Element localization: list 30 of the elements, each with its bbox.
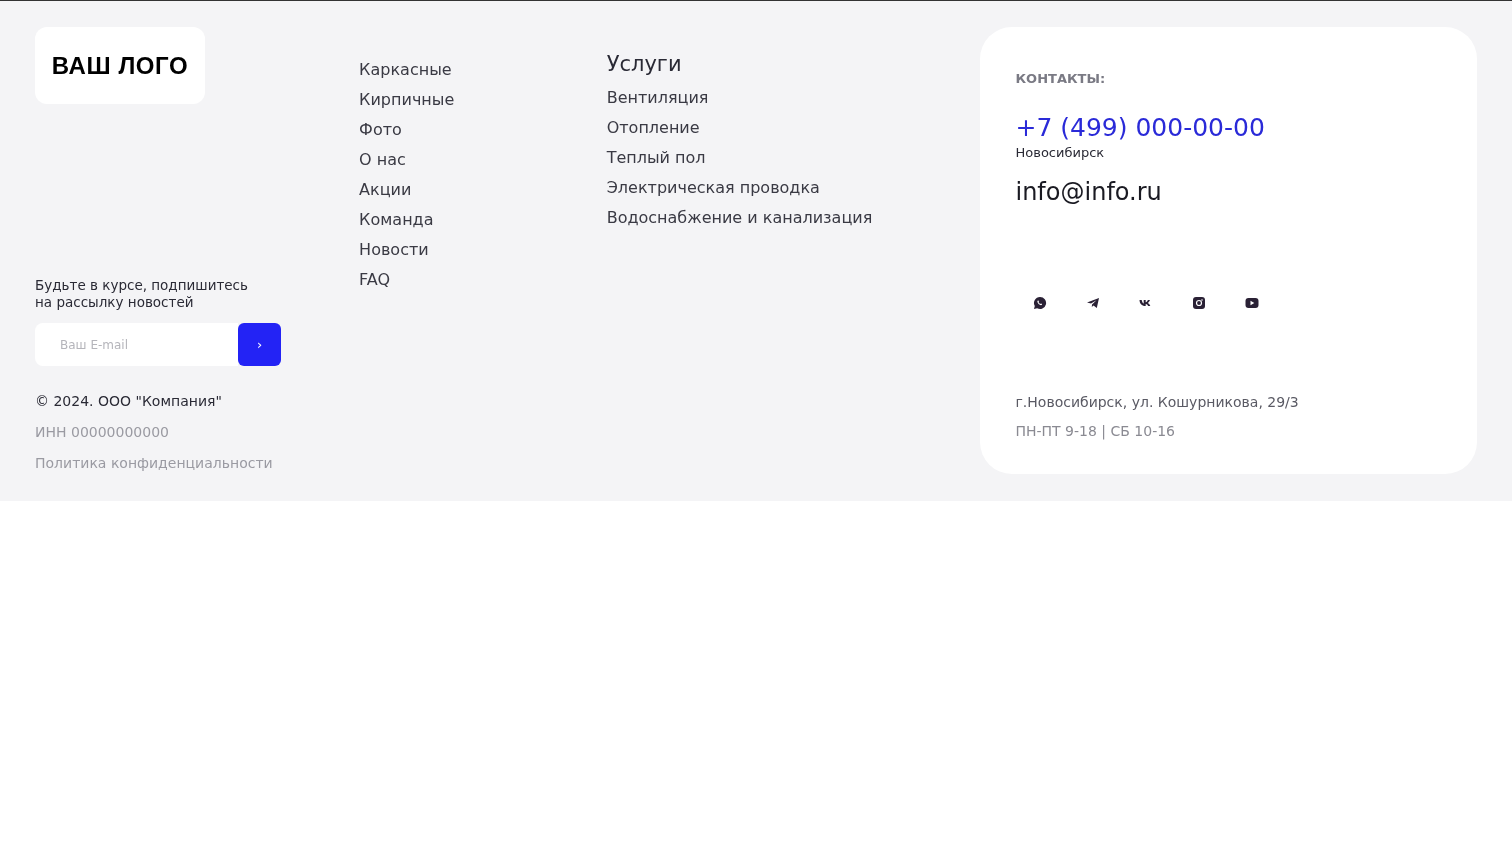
service-link[interactable]: Отопление xyxy=(606,117,700,139)
paper-plane-icon[interactable] xyxy=(1086,296,1101,310)
hours-text: ПН-ПТ 9-18 | СБ 10-16 xyxy=(1015,422,1177,442)
services-heading: Услуги xyxy=(606,51,682,78)
service-link[interactable]: Теплый пол xyxy=(606,147,706,169)
service-link[interactable]: Электрическая проводка xyxy=(606,177,820,199)
inn-text: ИНН 00000000000 xyxy=(35,423,170,442)
menu-link[interactable]: Команда xyxy=(359,209,434,231)
play-icon[interactable] xyxy=(1245,296,1260,310)
address-text: г.Новосибирск, ул. Кошурникова, 29/3 xyxy=(1015,393,1300,412)
menu-link[interactable]: О нас xyxy=(359,149,406,171)
contacts-heading: КОНТАКТЫ: xyxy=(1015,70,1107,88)
subscribe-text: Будьте в курсе, подпишитесь на рассылку новостей xyxy=(35,277,249,311)
chat-bubble-icon[interactable] xyxy=(1033,296,1048,310)
subscribe-button[interactable]: › xyxy=(238,323,281,366)
service-link[interactable]: Вентиляция xyxy=(606,87,709,109)
menu-link[interactable]: Фото xyxy=(359,119,402,141)
copyright: © 2024. ООО "Компания" xyxy=(35,392,223,411)
menu-link[interactable]: Акции xyxy=(359,179,412,201)
menu-link[interactable]: Кирпичные xyxy=(359,89,455,111)
email-link[interactable]: info@info.ru xyxy=(1015,174,1162,210)
menu-link[interactable]: FAQ xyxy=(359,269,391,291)
phone-link[interactable]: +7 (499) 000-00-00 xyxy=(1015,112,1265,143)
city-text: Новосибирск xyxy=(1015,143,1106,162)
email-field[interactable]: Ваш E-mail xyxy=(35,323,238,366)
service-link[interactable]: Водоснабжение и канализация xyxy=(606,207,873,229)
camera-icon[interactable] xyxy=(1192,296,1207,310)
logo[interactable]: ВАШ ЛОГО xyxy=(35,27,205,104)
menu-link[interactable]: Новости xyxy=(359,239,429,261)
menu-link[interactable]: Каркасные xyxy=(359,59,452,81)
